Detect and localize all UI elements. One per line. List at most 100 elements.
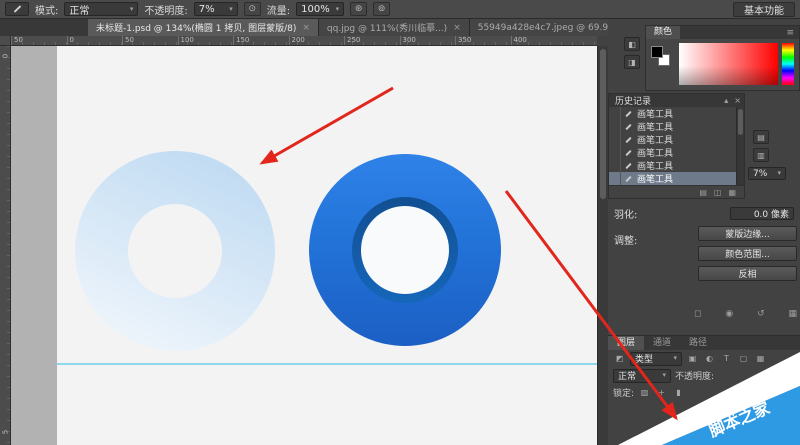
blue-donut-shape — [309, 154, 501, 346]
opacity-dropdown[interactable]: 7% ▾ — [194, 2, 238, 16]
canvas-pasteboard[interactable] — [11, 46, 597, 445]
adjustment-buttons: 蒙版边缘... 颜色范围... 反相 — [698, 226, 797, 281]
chevron-down-icon: ▾ — [336, 6, 340, 13]
ruler-tick-label: 5 — [2, 427, 10, 438]
airbrush-glyph: ⊛ — [355, 4, 363, 14]
ruler-tick-label: 50 — [11, 36, 67, 45]
history-brush-source-well[interactable] — [609, 133, 621, 146]
ruler-tick-label: 150 — [233, 36, 289, 45]
adjustment-button[interactable]: 蒙版边缘... — [698, 226, 797, 241]
delete-icon[interactable]: ▦ — [788, 309, 797, 319]
document-canvas[interactable] — [57, 46, 597, 445]
close-icon[interactable]: × — [731, 96, 744, 105]
brush-tool-icon — [621, 165, 635, 167]
collapsed-panel-icon[interactable]: ◧ — [624, 37, 640, 51]
collapsed-panel-icon[interactable]: ◨ — [624, 55, 640, 69]
history-brush-source-well[interactable] — [609, 120, 621, 133]
ruler-tick-label: 0 — [2, 51, 10, 62]
blend-mode-value: 正常 — [69, 2, 89, 17]
delete-state-icon[interactable]: ▦ — [728, 188, 736, 197]
vertical-ruler: 0 5 — [0, 46, 11, 445]
document-tab[interactable]: 55949a428e4c7.jpeg @ 69.9... × — [470, 19, 608, 36]
feather-value-field[interactable]: 0.0 像素 — [730, 207, 794, 220]
brush-tool-icon — [621, 152, 635, 154]
feather-row: 羽化: 0.0 像素 — [608, 205, 800, 222]
history-brush-source-well[interactable] — [609, 159, 621, 172]
document-tab-label: 未标题-1.psd @ 134%(椭圆 1 拷贝, 图层蒙版/8) — [96, 21, 296, 34]
collapsed-panel-icon[interactable]: ▥ — [753, 148, 769, 162]
history-list: 画笔工具 画笔工具 画笔工具 画笔工具 画笔工具 — [609, 107, 736, 185]
panel-menu-icon[interactable]: ≡ — [781, 28, 799, 38]
tool-preset-picker[interactable] — [5, 2, 29, 16]
photoshop-window: 模式: 正常 ▾ 不透明度: 7% ▾ ⊙ 流量: 100% ▾ ⊛ ⊚ 基本功… — [0, 0, 800, 445]
adjustment-button[interactable]: 反相 — [698, 266, 797, 281]
mini-opacity-value: 7% — [753, 169, 767, 179]
saturation-brightness-field[interactable] — [679, 43, 778, 85]
history-state-label: 画笔工具 — [635, 146, 673, 159]
collapsed-panel-icon[interactable]: ▤ — [753, 130, 769, 144]
color-panel-content — [646, 39, 799, 90]
document-tabbar: 未标题-1.psd @ 134%(椭圆 1 拷贝, 图层蒙版/8) × qq.j… — [0, 19, 608, 36]
watermark: jb51.net 脚本之家 — [600, 340, 800, 445]
history-brush-source-well[interactable] — [609, 146, 621, 159]
history-state-row[interactable]: 画笔工具 — [609, 120, 736, 133]
brush-tool-icon — [621, 139, 635, 141]
document-tab[interactable]: 未标题-1.psd @ 134%(椭圆 1 拷贝, 图层蒙版/8) × — [88, 19, 319, 36]
visibility-icon[interactable]: ◉ — [725, 309, 733, 319]
history-state-row[interactable]: 画笔工具 — [609, 133, 736, 146]
brush-tool-icon — [13, 5, 21, 13]
hue-slider[interactable] — [782, 43, 794, 85]
pen-pressure-opacity-icon[interactable]: ⊙ — [244, 2, 261, 16]
pen-pressure-size-icon[interactable]: ⊚ — [373, 2, 390, 16]
opacity-value: 7% — [199, 4, 215, 15]
new-document-from-state-icon[interactable]: ▤ — [699, 188, 707, 197]
ruler-tick-label: 400 — [511, 36, 567, 45]
panel-glyph: ▥ — [757, 151, 765, 160]
ruler-corner — [0, 36, 11, 46]
chevron-down-icon: ▾ — [777, 170, 781, 177]
history-state-row[interactable]: 画笔工具 — [609, 172, 736, 185]
new-snapshot-icon[interactable]: ◫ — [714, 188, 722, 197]
panel-glyph: ▤ — [757, 133, 765, 142]
blend-mode-dropdown[interactable]: 正常 ▾ — [64, 2, 138, 16]
opacity-label: 不透明度: — [144, 2, 187, 17]
options-bar: 模式: 正常 ▾ 不透明度: 7% ▾ ⊙ 流量: 100% ▾ ⊛ ⊚ 基本功… — [0, 0, 800, 19]
brush-tool-icon — [621, 178, 635, 180]
foreground-color-swatch[interactable] — [651, 46, 663, 58]
mini-opacity-field[interactable]: 7% ▾ — [748, 167, 786, 180]
history-state-row[interactable]: 画笔工具 — [609, 159, 736, 172]
horizontal-guide-line — [57, 363, 597, 365]
history-brush-source-well[interactable] — [609, 172, 621, 185]
history-state-row[interactable]: 画笔工具 — [609, 107, 736, 120]
reset-icon[interactable]: ↺ — [757, 309, 765, 319]
panel-glyph: ◧ — [628, 40, 636, 49]
ruler-tick-label: 200 — [289, 36, 345, 45]
history-panel-footer: ▤ ◫ ▦ — [609, 185, 744, 198]
color-panel-header: 颜色 ≡ — [646, 26, 799, 39]
history-scrollbar[interactable] — [736, 107, 744, 185]
tab-color[interactable]: 颜色 — [646, 26, 680, 39]
history-state-row[interactable]: 画笔工具 — [609, 146, 736, 159]
document-tab[interactable]: qq.jpg @ 111%(秀川临摹...) × — [319, 19, 470, 36]
collapse-icon[interactable]: ▴ — [721, 96, 731, 105]
brush-tool-icon — [621, 113, 635, 115]
mask-icon[interactable]: ◻ — [694, 309, 701, 319]
close-icon[interactable]: × — [302, 23, 310, 33]
history-panel: 历史记录 ▴ × 画笔工具 画笔工具 画笔工具 — [608, 93, 745, 199]
history-brush-source-well[interactable] — [609, 107, 621, 120]
feather-value: 0.0 像素 — [754, 207, 789, 220]
blue-donut-inner-ring — [352, 197, 458, 303]
scrollbar-thumb[interactable] — [738, 109, 743, 135]
chevron-down-icon: ▾ — [130, 6, 134, 13]
adjustment-button[interactable]: 颜色范围... — [698, 246, 797, 261]
history-state-label: 画笔工具 — [635, 107, 673, 120]
scrollbar-thumb[interactable] — [600, 49, 606, 199]
flow-dropdown[interactable]: 100% ▾ — [296, 2, 344, 16]
airbrush-icon[interactable]: ⊛ — [350, 2, 367, 16]
close-icon[interactable]: × — [453, 23, 461, 33]
horizontal-ruler: 50050100150200250300350400 — [11, 36, 597, 46]
blue-donut-hole — [361, 206, 449, 294]
ruler-tick-label: 300 — [400, 36, 456, 45]
workspace-switcher-button[interactable]: 基本功能 — [733, 2, 795, 17]
ruler-tick-label: 50 — [122, 36, 178, 45]
